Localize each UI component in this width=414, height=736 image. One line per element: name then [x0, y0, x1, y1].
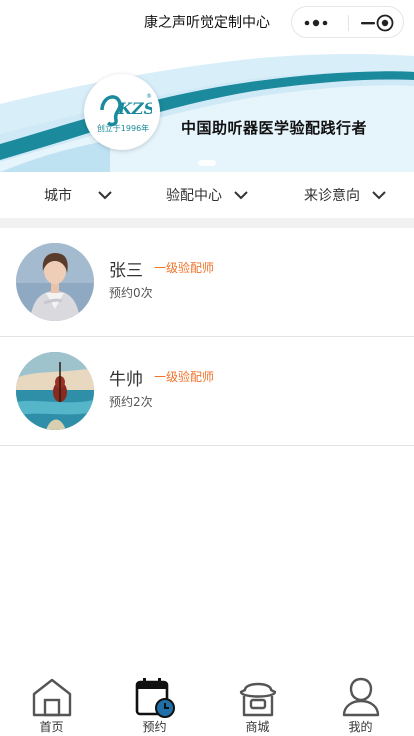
filter-city-label: 城市: [44, 188, 72, 204]
fitter-level-badge: 一级验配师: [154, 370, 215, 384]
fitter-name: 张三: [109, 261, 143, 281]
banner-slogan: 中国助听器医学验配践行者: [181, 119, 368, 137]
mini-program-capsule: [291, 6, 404, 38]
home-icon: [32, 678, 72, 717]
tab-appointment-label: 预约: [142, 720, 167, 734]
capsule-divider: [348, 15, 349, 31]
filter-bar: 城市 验配中心 来诊意向: [0, 172, 414, 218]
top-nav-bar: 康之声听觉定制中心: [0, 0, 414, 44]
user-icon: [342, 677, 380, 717]
chevron-down-icon: [98, 190, 112, 199]
tab-store[interactable]: 商城: [206, 672, 309, 736]
filter-visit-intent-label: 来诊意向: [304, 188, 360, 204]
filter-city[interactable]: 城市: [44, 172, 112, 218]
svg-text:®: ®: [146, 93, 152, 100]
tab-store-label: 商城: [245, 720, 270, 734]
filter-fitting-center-label: 验配中心: [166, 188, 222, 204]
appointment-count: 预约0次: [109, 286, 153, 300]
appointment-count: 预约2次: [109, 395, 153, 409]
brand-established-text: 创立于1996年: [96, 124, 150, 133]
store-icon: [239, 682, 277, 717]
bottom-tab-bar: 首页 预约 商城 我的: [0, 672, 414, 736]
banner-wave-graphic: [0, 44, 414, 172]
tab-home-label: 首页: [39, 720, 64, 734]
close-mini-program-icon[interactable]: [376, 14, 394, 32]
banner-carousel[interactable]: KZS ® 创立于1996年 中国助听器医学验配践行者: [0, 44, 414, 172]
filter-visit-intent[interactable]: 来诊意向: [304, 172, 386, 218]
calendar-clock-icon: [135, 678, 175, 718]
fitter-list-item[interactable]: 张三 一级验配师 预约0次: [0, 228, 414, 337]
svg-text:KZS: KZS: [117, 99, 152, 118]
filter-fitting-center[interactable]: 验配中心: [166, 172, 248, 218]
fitter-name: 牛帅: [109, 370, 143, 390]
fitter-level-badge: 一级验配师: [154, 261, 215, 275]
chevron-down-icon: [372, 190, 386, 199]
tab-mine[interactable]: 我的: [309, 672, 412, 736]
section-divider: [0, 218, 414, 228]
page: 康之声听觉定制中心 KZS ® 创立于1996年 中国助听器医学验配践行者 城市…: [0, 0, 414, 736]
more-options-icon[interactable]: [303, 17, 329, 29]
fitter-list-item[interactable]: 牛帅 一级验配师 预约2次: [0, 337, 414, 446]
tab-mine-label: 我的: [348, 720, 373, 734]
avatar: [16, 352, 94, 430]
avatar: [16, 243, 94, 321]
tab-home[interactable]: 首页: [0, 672, 103, 736]
chevron-down-icon: [234, 190, 248, 199]
tab-appointment[interactable]: 预约: [103, 672, 206, 736]
carousel-indicator[interactable]: [198, 160, 216, 166]
